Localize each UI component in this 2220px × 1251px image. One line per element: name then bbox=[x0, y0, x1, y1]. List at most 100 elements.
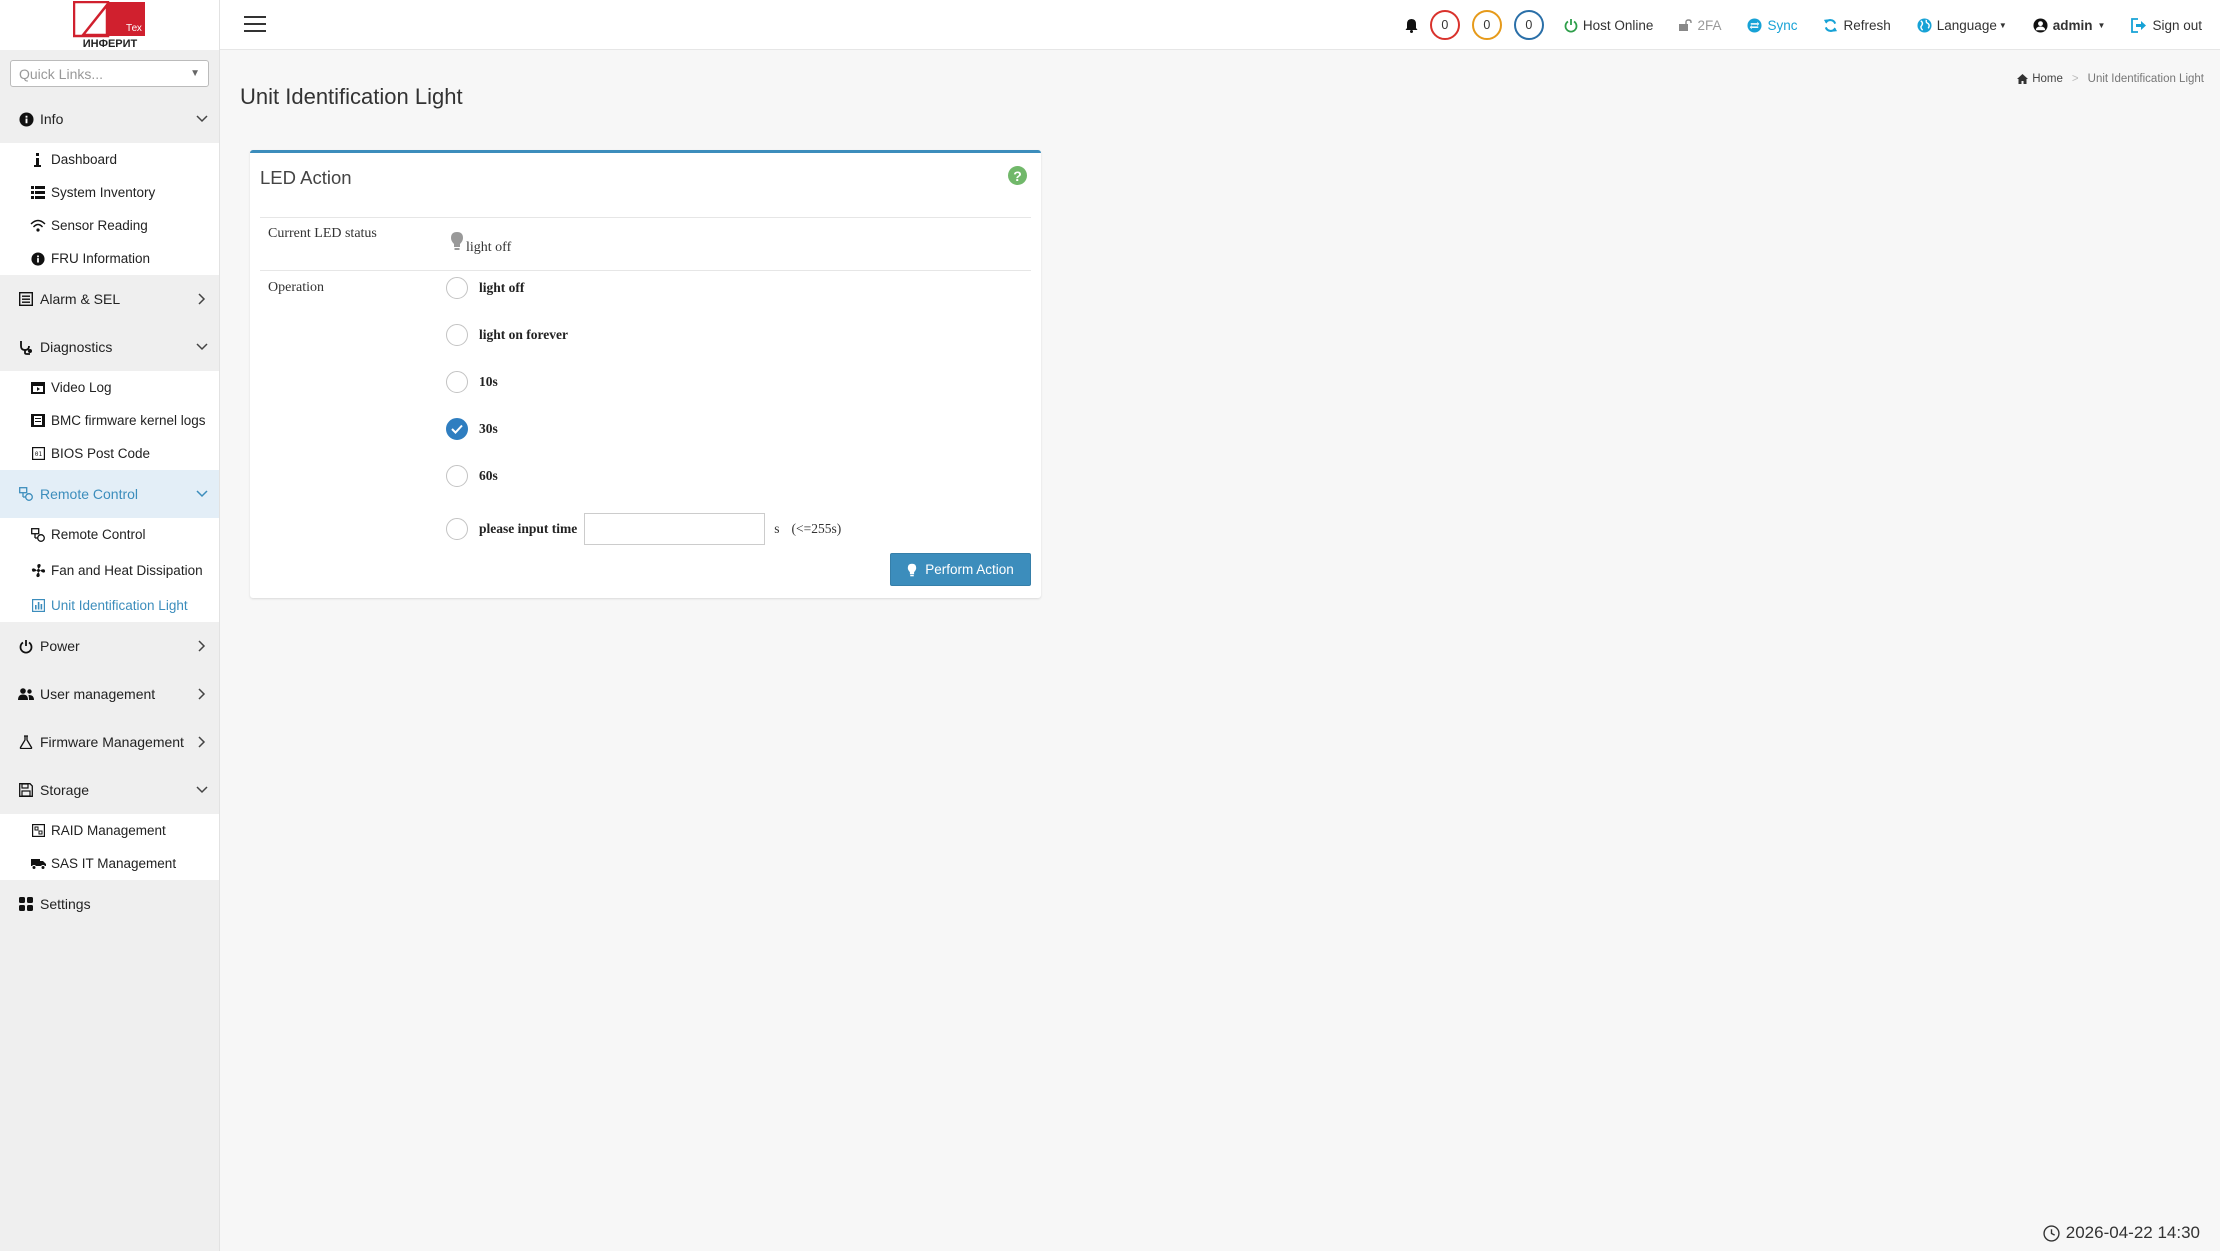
grid-icon bbox=[18, 896, 34, 912]
sidebar-item-label: RAID Management bbox=[51, 823, 166, 838]
sidebar: Тех ИНФЕРИТ Quick Links... ▼ Info Dashbo… bbox=[0, 0, 220, 1251]
sidebar-item-diagnostics[interactable]: Diagnostics bbox=[0, 323, 219, 371]
quick-links-select[interactable]: Quick Links... ▼ bbox=[10, 60, 209, 87]
sidebar-item-sensor-reading[interactable]: Sensor Reading bbox=[0, 209, 219, 242]
option-light-off[interactable]: light off bbox=[446, 277, 524, 299]
sidebar-item-fan-heat[interactable]: Fan and Heat Dissipation bbox=[0, 551, 219, 589]
sidebar-item-label: Remote Control bbox=[51, 527, 146, 542]
sidebar-item-info[interactable]: Info bbox=[0, 95, 219, 143]
chevron-down-icon bbox=[195, 340, 209, 354]
sidebar-item-label: SAS IT Management bbox=[51, 856, 177, 871]
option-custom-time[interactable]: please input time s (<=255s) bbox=[446, 513, 841, 545]
home-icon bbox=[2017, 74, 2029, 84]
sidebar-item-bios-post-code[interactable]: 01 BIOS Post Code bbox=[0, 437, 219, 470]
current-led-status-label: Current LED status bbox=[268, 226, 377, 241]
radio-10s[interactable] bbox=[446, 371, 468, 393]
clock-icon bbox=[2043, 1224, 2060, 1242]
breadcrumb-home-link[interactable]: Home bbox=[2032, 73, 2063, 85]
option-label: please input time bbox=[479, 521, 578, 536]
sidebar-item-remote-control[interactable]: Remote Control bbox=[0, 470, 219, 518]
info-circle-icon bbox=[30, 251, 46, 267]
chart-box-icon bbox=[30, 598, 46, 614]
critical-alert-count[interactable]: 0 bbox=[1429, 10, 1460, 40]
caret-down-icon: ▼ bbox=[2097, 20, 2106, 30]
custom-time-input[interactable] bbox=[584, 513, 766, 545]
sidebar-item-system-inventory[interactable]: System Inventory bbox=[0, 176, 219, 209]
sidebar-item-fru-information[interactable]: FRU Information bbox=[0, 242, 219, 275]
user-dropdown[interactable]: admin ▼ bbox=[2033, 17, 2106, 33]
sidebar-item-firmware-management[interactable]: Firmware Management bbox=[0, 718, 219, 766]
globe-icon bbox=[1917, 17, 1932, 33]
sync-icon bbox=[1747, 17, 1762, 33]
option-label: 60s bbox=[479, 468, 498, 483]
perform-action-button[interactable]: Perform Action bbox=[890, 553, 1031, 586]
video-icon bbox=[30, 380, 46, 396]
sidebar-item-uid-light[interactable]: Unit Identification Light bbox=[0, 589, 219, 622]
submenu-storage: RAID Management SAS IT Management bbox=[0, 814, 219, 880]
refresh-button[interactable]: Refresh bbox=[1823, 18, 1891, 33]
current-led-status: light off bbox=[450, 231, 511, 256]
radio-light-on-forever[interactable] bbox=[446, 324, 468, 346]
chevron-right-icon bbox=[195, 735, 209, 749]
sidebar-item-label: Power bbox=[40, 638, 80, 654]
sidebar-item-raid-management[interactable]: RAID Management bbox=[0, 814, 219, 847]
sync-button[interactable]: Sync bbox=[1747, 18, 1797, 33]
sidebar-item-storage[interactable]: Storage bbox=[0, 766, 219, 814]
submenu-info: Dashboard System Inventory Sensor Readin… bbox=[0, 143, 219, 275]
save-icon bbox=[18, 782, 34, 798]
option-10s[interactable]: 10s bbox=[446, 371, 498, 393]
option-30s[interactable]: 30s bbox=[446, 418, 498, 440]
language-dropdown[interactable]: Language ▼ bbox=[1917, 18, 2007, 33]
host-status[interactable]: Host Online bbox=[1564, 17, 1654, 33]
caret-down-icon: ▼ bbox=[1998, 20, 2007, 30]
sidebar-item-label: Alarm & SEL bbox=[40, 291, 121, 307]
sidebar-item-sas-it-management[interactable]: SAS IT Management bbox=[0, 847, 219, 880]
help-icon[interactable]: ? bbox=[1008, 166, 1027, 185]
footer-clock: 2026-04-22 14:30 bbox=[2043, 1223, 2200, 1243]
refresh-icon bbox=[1823, 18, 1838, 33]
sidebar-item-bmc-kernel-logs[interactable]: BMC firmware kernel logs bbox=[0, 404, 219, 437]
radio-light-off[interactable] bbox=[446, 277, 468, 299]
radio-30s[interactable] bbox=[446, 418, 468, 440]
sidebar-item-user-management[interactable]: User management bbox=[0, 670, 219, 718]
list-icon bbox=[30, 185, 46, 201]
sidebar-item-remote-control-sub[interactable]: Remote Control bbox=[0, 518, 219, 551]
radio-custom-time[interactable] bbox=[446, 518, 468, 540]
sidebar-item-alarm-sel[interactable]: Alarm & SEL bbox=[0, 275, 219, 323]
unlock-icon bbox=[1679, 19, 1693, 31]
sidebar-item-settings[interactable]: Settings bbox=[0, 880, 219, 928]
stethoscope-icon bbox=[18, 339, 34, 355]
info-icon bbox=[30, 152, 46, 168]
sidebar-item-label: BIOS Post Code bbox=[51, 446, 151, 461]
warning-alert-count[interactable]: 0 bbox=[1471, 10, 1502, 40]
sidebar-item-video-log[interactable]: Video Log bbox=[0, 371, 219, 404]
chevron-right-icon bbox=[195, 687, 209, 701]
time-unit: s bbox=[774, 521, 780, 536]
sidebar-item-label: Unit Identification Light bbox=[51, 598, 188, 613]
sidebar-item-label: User management bbox=[40, 686, 156, 702]
twofa-button[interactable]: 2FA bbox=[1679, 18, 1721, 33]
host-status-label: Host Online bbox=[1582, 17, 1654, 33]
info-alert-count[interactable]: 0 bbox=[1513, 10, 1544, 40]
top-navbar: 0 0 0 Host Online 2FA Sync Refresh Langu… bbox=[220, 0, 2220, 50]
chevron-right-icon bbox=[195, 639, 209, 653]
sign-out-button[interactable]: Sign out bbox=[2131, 18, 2202, 33]
user-label: admin bbox=[2052, 17, 2093, 33]
sign-out-label: Sign out bbox=[2152, 17, 2202, 33]
flask-icon bbox=[18, 734, 34, 750]
notifications-bell-icon[interactable] bbox=[1405, 18, 1418, 33]
lightbulb-off-icon bbox=[450, 231, 464, 256]
option-60s[interactable]: 60s bbox=[446, 465, 498, 487]
sidebar-item-label: System Inventory bbox=[51, 185, 156, 200]
radio-60s[interactable] bbox=[446, 465, 468, 487]
truck-icon bbox=[30, 856, 46, 872]
option-label: light on forever bbox=[479, 327, 568, 342]
chevron-down-icon bbox=[195, 487, 209, 501]
logo[interactable]: Тех ИНФЕРИТ bbox=[0, 0, 219, 50]
footer-datetime: 2026-04-22 14:30 bbox=[2065, 1223, 2200, 1242]
option-light-on-forever[interactable]: light on forever bbox=[446, 324, 568, 346]
sidebar-item-dashboard[interactable]: Dashboard bbox=[0, 143, 219, 176]
info-circle-icon bbox=[18, 111, 34, 127]
sidebar-item-power[interactable]: Power bbox=[0, 622, 219, 670]
hamburger-menu-icon[interactable] bbox=[244, 16, 266, 34]
